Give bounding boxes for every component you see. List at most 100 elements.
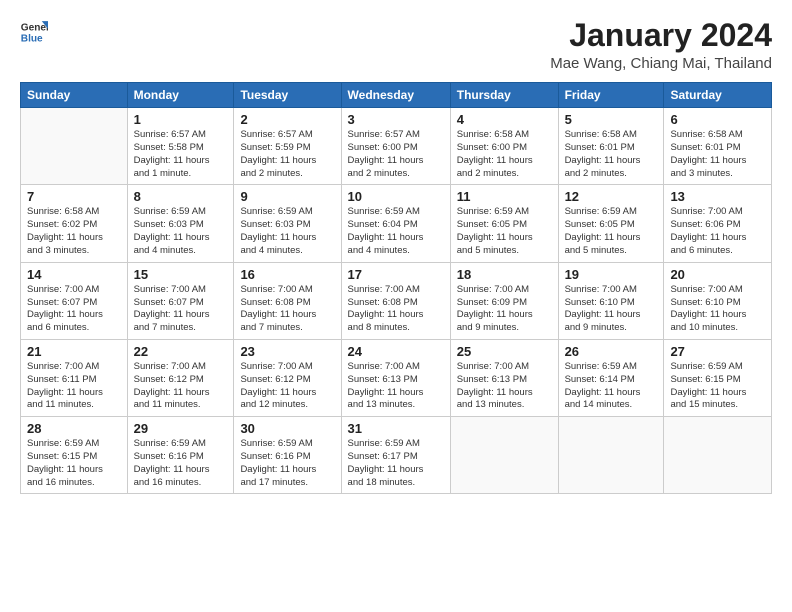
title-block: January 2024 Mae Wang, Chiang Mai, Thail…: [550, 18, 772, 72]
svg-text:General: General: [21, 22, 48, 33]
day-number: 1: [134, 112, 228, 127]
table-row: 27 Sunrise: 6:59 AMSunset: 6:15 PMDayligh…: [664, 339, 772, 416]
day-number: 9: [240, 189, 334, 204]
day-info: Sunrise: 7:00 AMSunset: 6:07 PMDaylight:…: [134, 284, 228, 335]
day-number: 2: [240, 112, 334, 127]
day-number: 30: [240, 421, 334, 436]
day-number: 29: [134, 421, 228, 436]
table-row: 23Sunrise: 7:00 AMSunset: 6:12 PMDayligh…: [234, 339, 341, 416]
table-row: 19 Sunrise: 7:00 AMSunset: 6:10 PMDayligh…: [558, 262, 664, 339]
day-number: 20: [670, 267, 765, 282]
day-info: Sunrise: 7:00 AMSunset: 6:08 PMDaylight:…: [348, 284, 444, 335]
day-info: Sunrise: 7:00 AMSunset: 6:13 PMDaylight:…: [457, 361, 552, 412]
day-number: 19: [565, 267, 658, 282]
table-row: 28 Sunrise: 6:59 AMSunset: 6:15 PMDayligh…: [21, 417, 128, 494]
col-sunday: Sunday: [21, 83, 128, 108]
day-info: Sunrise: 7:00 AMSunset: 6:09 PMDaylight:…: [457, 284, 552, 335]
day-info: Sunrise: 6:59 AMSunset: 6:04 PMDaylight:…: [348, 206, 444, 257]
calendar-week-row: 28 Sunrise: 6:59 AMSunset: 6:15 PMDayligh…: [21, 417, 772, 494]
day-number: 27: [670, 344, 765, 359]
calendar-week-row: 14 Sunrise: 7:00 AMSunset: 6:07 PMDayligh…: [21, 262, 772, 339]
table-row: 18 Sunrise: 7:00 AMSunset: 6:09 PMDayligh…: [450, 262, 558, 339]
day-number: 24: [348, 344, 444, 359]
table-row: 31 Sunrise: 6:59 AMSunset: 6:17 PMDayligh…: [341, 417, 450, 494]
day-number: 3: [348, 112, 444, 127]
day-info: Sunrise: 6:58 AMSunset: 6:01 PMDaylight:…: [670, 129, 765, 180]
table-row: [450, 417, 558, 494]
day-number: 5: [565, 112, 658, 127]
day-number: 12: [565, 189, 658, 204]
table-row: 21Sunrise: 7:00 AMSunset: 6:11 PMDayligh…: [21, 339, 128, 416]
table-row: 3Sunrise: 6:57 AMSunset: 6:00 PMDaylight…: [341, 108, 450, 185]
day-info: Sunrise: 7:00 AMSunset: 6:07 PMDaylight:…: [27, 284, 121, 335]
day-info: Sunrise: 6:59 AMSunset: 6:15 PMDaylight:…: [670, 361, 765, 412]
day-number: 28: [27, 421, 121, 436]
table-row: 17 Sunrise: 7:00 AMSunset: 6:08 PMDayligh…: [341, 262, 450, 339]
day-number: 8: [134, 189, 228, 204]
col-saturday: Saturday: [664, 83, 772, 108]
day-number: 21: [27, 344, 121, 359]
calendar-title: January 2024: [550, 18, 772, 53]
calendar-header-row: Sunday Monday Tuesday Wednesday Thursday…: [21, 83, 772, 108]
day-number: 14: [27, 267, 121, 282]
table-row: [664, 417, 772, 494]
table-row: 16 Sunrise: 7:00 AMSunset: 6:08 PMDayligh…: [234, 262, 341, 339]
table-row: 26Sunrise: 6:59 AMSunset: 6:14 PMDayligh…: [558, 339, 664, 416]
table-row: 13 Sunrise: 7:00 AMSunset: 6:06 PMDayligh…: [664, 185, 772, 262]
table-row: 10Sunrise: 6:59 AMSunset: 6:04 PMDayligh…: [341, 185, 450, 262]
day-info: Sunrise: 6:59 AMSunset: 6:15 PMDaylight:…: [27, 438, 121, 489]
day-info: Sunrise: 6:58 AMSunset: 6:02 PMDaylight:…: [27, 206, 121, 257]
day-info: Sunrise: 7:00 AMSunset: 6:13 PMDaylight:…: [348, 361, 444, 412]
table-row: [558, 417, 664, 494]
day-info: Sunrise: 6:58 AMSunset: 6:01 PMDaylight:…: [565, 129, 658, 180]
day-number: 18: [457, 267, 552, 282]
table-row: 30 Sunrise: 6:59 AMSunset: 6:16 PMDayligh…: [234, 417, 341, 494]
calendar-subtitle: Mae Wang, Chiang Mai, Thailand: [550, 55, 772, 72]
calendar-table: Sunday Monday Tuesday Wednesday Thursday…: [20, 82, 772, 494]
day-info: Sunrise: 6:59 AMSunset: 6:16 PMDaylight:…: [240, 438, 334, 489]
day-info: Sunrise: 7:00 AMSunset: 6:12 PMDaylight:…: [134, 361, 228, 412]
table-row: 4 Sunrise: 6:58 AMSunset: 6:00 PMDaylight…: [450, 108, 558, 185]
col-monday: Monday: [127, 83, 234, 108]
day-info: Sunrise: 7:00 AMSunset: 6:06 PMDaylight:…: [670, 206, 765, 257]
day-number: 17: [348, 267, 444, 282]
day-info: Sunrise: 6:58 AMSunset: 6:00 PMDaylight:…: [457, 129, 552, 180]
day-info: Sunrise: 7:00 AMSunset: 6:08 PMDaylight:…: [240, 284, 334, 335]
day-number: 26: [565, 344, 658, 359]
table-row: 22Sunrise: 7:00 AMSunset: 6:12 PMDayligh…: [127, 339, 234, 416]
general-blue-logo-icon: General Blue: [20, 18, 48, 46]
day-info: Sunrise: 6:59 AMSunset: 6:17 PMDaylight:…: [348, 438, 444, 489]
table-row: 1 Sunrise: 6:57 AMSunset: 5:58 PMDaylight…: [127, 108, 234, 185]
table-row: 8Sunrise: 6:59 AMSunset: 6:03 PMDaylight…: [127, 185, 234, 262]
table-row: 7 Sunrise: 6:58 AMSunset: 6:02 PMDaylight…: [21, 185, 128, 262]
header: General Blue January 2024 Mae Wang, Chia…: [20, 18, 772, 72]
day-number: 4: [457, 112, 552, 127]
logo: General Blue: [20, 18, 50, 46]
table-row: 15 Sunrise: 7:00 AMSunset: 6:07 PMDayligh…: [127, 262, 234, 339]
col-wednesday: Wednesday: [341, 83, 450, 108]
day-info: Sunrise: 6:59 AMSunset: 6:16 PMDaylight:…: [134, 438, 228, 489]
day-number: 15: [134, 267, 228, 282]
day-info: Sunrise: 7:00 AMSunset: 6:10 PMDaylight:…: [670, 284, 765, 335]
day-number: 7: [27, 189, 121, 204]
day-number: 11: [457, 189, 552, 204]
table-row: 11Sunrise: 6:59 AMSunset: 6:05 PMDayligh…: [450, 185, 558, 262]
day-number: 6: [670, 112, 765, 127]
table-row: 25Sunrise: 7:00 AMSunset: 6:13 PMDayligh…: [450, 339, 558, 416]
table-row: 14 Sunrise: 7:00 AMSunset: 6:07 PMDayligh…: [21, 262, 128, 339]
day-number: 13: [670, 189, 765, 204]
day-info: Sunrise: 7:00 AMSunset: 6:10 PMDaylight:…: [565, 284, 658, 335]
day-info: Sunrise: 6:57 AMSunset: 5:58 PMDaylight:…: [134, 129, 228, 180]
table-row: 20 Sunrise: 7:00 AMSunset: 6:10 PMDayligh…: [664, 262, 772, 339]
day-info: Sunrise: 6:57 AMSunset: 5:59 PMDaylight:…: [240, 129, 334, 180]
col-tuesday: Tuesday: [234, 83, 341, 108]
svg-text:Blue: Blue: [21, 33, 43, 44]
day-number: 31: [348, 421, 444, 436]
calendar-week-row: 1 Sunrise: 6:57 AMSunset: 5:58 PMDaylight…: [21, 108, 772, 185]
table-row: 24 Sunrise: 7:00 AMSunset: 6:13 PMDayligh…: [341, 339, 450, 416]
day-number: 16: [240, 267, 334, 282]
calendar-week-row: 21Sunrise: 7:00 AMSunset: 6:11 PMDayligh…: [21, 339, 772, 416]
day-info: Sunrise: 7:00 AMSunset: 6:12 PMDaylight:…: [240, 361, 334, 412]
calendar-week-row: 7 Sunrise: 6:58 AMSunset: 6:02 PMDaylight…: [21, 185, 772, 262]
page: General Blue January 2024 Mae Wang, Chia…: [0, 0, 792, 612]
